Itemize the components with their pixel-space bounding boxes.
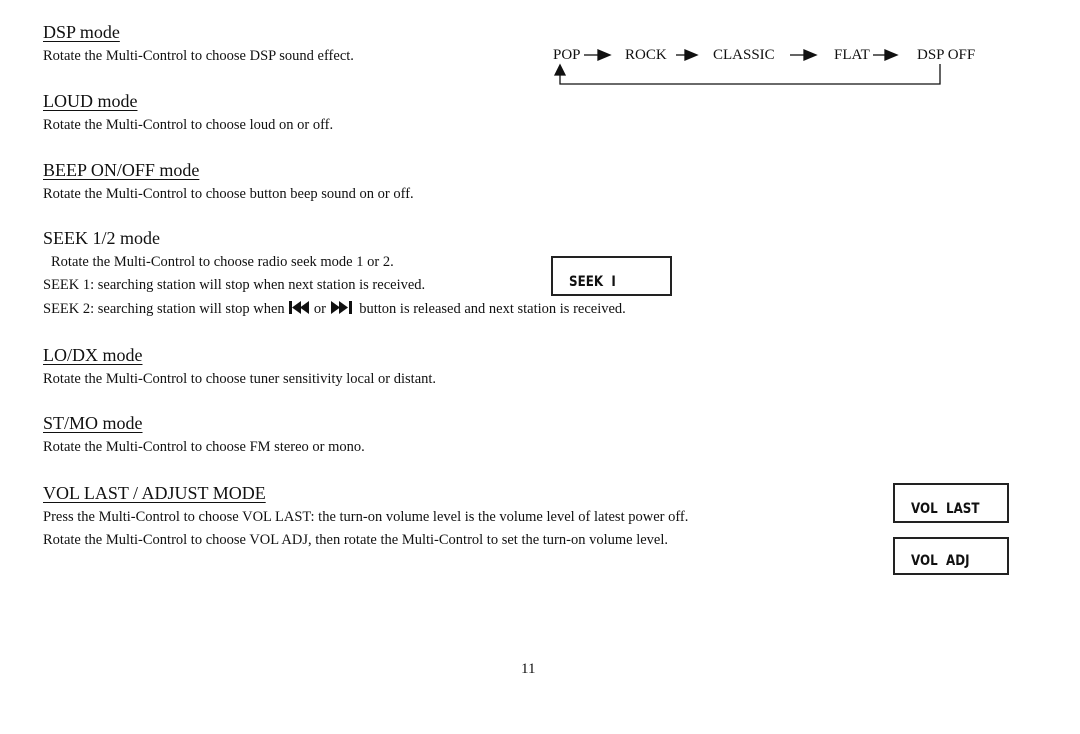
- seek-2-text-a: SEEK 2: searching station will stop when: [43, 301, 285, 317]
- seek-mode-description: Rotate the Multi-Control to choose radio…: [51, 254, 394, 270]
- vol-adj-lcd-display: VOL ADJ: [893, 537, 1009, 575]
- vol-adj-description: Rotate the Multi-Control to choose VOL A…: [43, 532, 669, 548]
- return-arrow-icon: [559, 64, 941, 85]
- seek-2-text-b: button is released and next station is r…: [359, 301, 626, 317]
- page-number: 11: [521, 661, 536, 677]
- lodx-mode-description: Rotate the Multi-Control to choose tuner…: [43, 371, 437, 387]
- skip-back-icon: [289, 301, 310, 314]
- dsp-mode-description: Rotate the Multi-Control to choose DSP s…: [43, 48, 354, 64]
- seek-mode-heading: SEEK 1/2 mode: [43, 228, 160, 248]
- arrow-right-icon: [676, 49, 699, 61]
- arrow-up-icon: [553, 63, 567, 76]
- vol-last-lcd-display: VOL LAST: [893, 483, 1009, 523]
- seek-lcd-text: SEEK I: [569, 274, 616, 290]
- vol-mode-heading: VOL LAST / ADJUST MODE: [43, 483, 266, 503]
- seek-2-text-or: or: [313, 301, 326, 317]
- dsp-cycle-arrows: [553, 49, 941, 85]
- vol-adj-lcd-text: VOL ADJ: [911, 553, 970, 569]
- seek-2-description: SEEK 2: searching station will stop when…: [43, 301, 626, 318]
- beep-mode-heading: BEEP ON/OFF mode: [43, 160, 200, 180]
- seek-lcd-display: SEEK I: [551, 256, 672, 296]
- vol-last-description: Press the Multi-Control to choose VOL LA…: [43, 509, 689, 525]
- loud-mode-description: Rotate the Multi-Control to choose loud …: [43, 117, 334, 133]
- stmo-mode-heading: ST/MO mode: [43, 413, 143, 433]
- arrow-right-icon: [873, 49, 899, 61]
- loud-mode-heading: LOUD mode: [43, 91, 138, 111]
- vol-last-lcd-text: VOL LAST: [911, 501, 980, 517]
- arrow-right-icon: [584, 49, 612, 61]
- arrow-right-icon: [790, 49, 818, 61]
- skip-forward-icon: [330, 301, 352, 314]
- seek-1-description: SEEK 1: searching station will stop when…: [43, 277, 426, 293]
- beep-mode-description: Rotate the Multi-Control to choose butto…: [43, 186, 414, 202]
- dsp-mode-heading: DSP mode: [43, 22, 120, 42]
- lodx-mode-heading: LO/DX mode: [43, 345, 143, 365]
- stmo-mode-description: Rotate the Multi-Control to choose FM st…: [43, 439, 365, 455]
